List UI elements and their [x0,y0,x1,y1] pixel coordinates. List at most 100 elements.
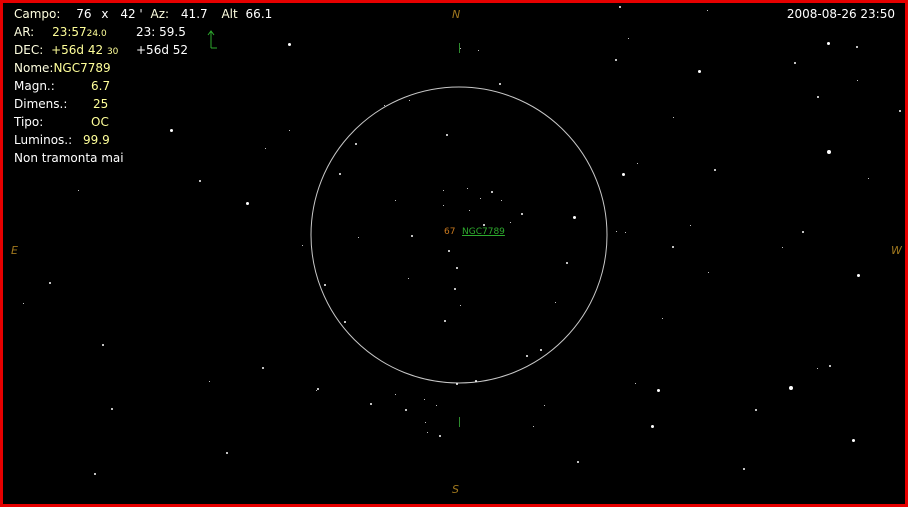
star [394,199,396,201]
star [466,187,468,189]
star [22,302,24,304]
star [706,9,708,11]
star [899,110,901,112]
star [624,231,626,233]
star [532,425,534,427]
star [856,79,858,81]
star [491,191,493,193]
star [672,116,674,118]
star [621,172,625,176]
star [459,47,461,49]
star [301,244,303,246]
star [435,404,437,406]
star [459,304,461,306]
star [442,189,444,191]
star [411,235,413,237]
star [789,386,793,390]
star [315,389,317,391]
star [672,246,674,248]
star [540,349,542,351]
star [423,398,425,400]
star [475,380,477,382]
star [111,408,113,410]
star [526,355,528,357]
star [543,404,545,406]
star [554,301,556,303]
star [826,41,830,45]
star [288,129,290,131]
star [94,473,96,475]
sky-chart[interactable]: Campo: 76 x 42 ' Az: 41.7 Alt 66.1 2008-… [0,0,908,507]
target-magnitude: 67 [444,227,456,237]
star [829,365,831,367]
star [856,273,860,277]
star [442,204,444,206]
star [479,197,481,199]
star [656,388,660,392]
star [661,317,663,319]
star [456,267,458,269]
star [199,180,201,182]
star [426,431,428,433]
star [615,59,617,61]
star [521,213,523,215]
star [499,83,501,85]
star [697,69,701,73]
star [743,468,745,470]
star [650,424,654,428]
star [456,383,458,385]
star [827,150,831,154]
star [851,438,855,442]
star [454,288,456,290]
star [577,461,579,463]
star [781,246,783,248]
star [636,162,638,164]
star [483,224,485,226]
star [689,224,691,226]
star [169,128,173,132]
star [794,62,796,64]
star [448,250,450,252]
star [405,409,407,411]
star [245,201,249,205]
star [317,388,319,390]
star [408,99,410,101]
star [355,143,357,145]
star [339,173,341,175]
star [394,393,396,395]
star [755,409,757,411]
star [287,42,291,46]
star [208,380,210,382]
star [444,320,446,322]
star [634,382,636,384]
star [477,49,479,51]
star [566,262,568,264]
star [627,37,629,39]
star [77,189,79,191]
star [707,271,709,273]
star [102,344,104,346]
star [383,104,385,106]
star [226,452,228,454]
star [424,421,426,423]
star [262,367,264,369]
star [407,277,409,279]
star [49,282,51,284]
star [816,367,818,369]
star [856,46,858,48]
star [619,6,621,8]
star [324,284,326,286]
field-of-view-circle [310,86,608,384]
star [344,321,346,323]
star [264,147,266,149]
star [714,169,716,171]
star [802,231,804,233]
star [370,403,372,405]
star [572,215,576,219]
star [439,435,441,437]
star [446,134,448,136]
target-name[interactable]: NGC7789 [462,227,505,237]
star [867,177,869,179]
star [615,230,617,232]
star [468,209,470,211]
